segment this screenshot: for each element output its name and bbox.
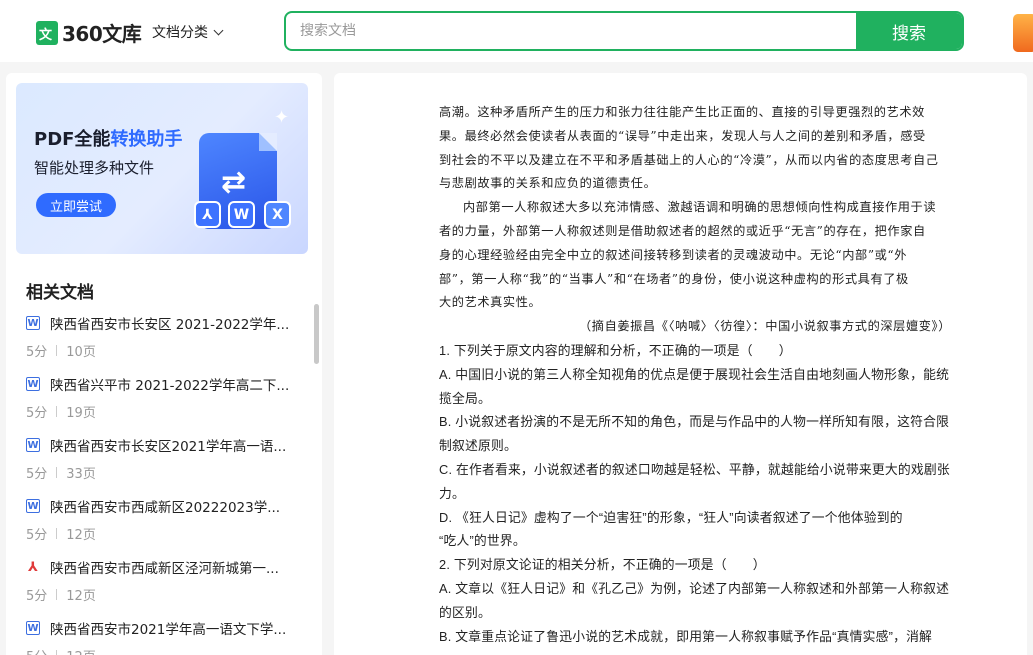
related-docs-title: 相关文档 [26,283,94,303]
word-file-icon: W [26,621,40,635]
related-doc-score: 5分 [26,345,48,360]
meta-divider [56,528,58,539]
document-text-line: 揽全局。 [439,390,491,406]
related-doc-item[interactable]: W 陕西省兴平市 2021-2022学年高二下... 5分 19页 [26,374,292,435]
related-doc-score: 5分 [26,528,48,543]
banner-title-prefix: PDF全能 [34,129,111,150]
pdf-file-icon: ⅄ [28,559,38,575]
document-text-line: 部”，第一人称“我”的“当事人”和“在场者”的身份，使小说这种虚构的形式具有了极 [439,271,909,286]
swap-arrows-icon: ⇄ [221,165,247,200]
word-format-icon: W [228,201,255,228]
document-text-line: 1. 下列关于原文内容的理解和分析，不正确的一项是（ ） [439,342,792,358]
category-dropdown[interactable]: 文档分类 [152,22,224,42]
document-text-line: 的区别。 [439,604,491,620]
related-doc-name[interactable]: 陕西省兴平市 2021-2022学年高二下... [50,374,289,394]
related-doc-name[interactable]: 陕西省西安市西咸新区泾河新城第一... [50,557,279,577]
document-text-line: 身的心理经验经由完全中立的叙述间接转移到读者的灵魂波动中。无论“内部”或“外 [439,247,908,262]
related-doc-score: 5分 [26,589,48,604]
related-doc-item[interactable]: W 陕西省西安市西咸新区20222023学... 5分 12页 [26,496,292,557]
related-doc-pages: 12页 [66,646,96,655]
chevron-down-icon [213,25,224,35]
document-text-line: 制叙述原则。 [439,438,517,454]
meta-divider [56,345,58,356]
word-file-icon: W [26,438,40,452]
category-label: 文档分类 [152,25,208,41]
search-input[interactable] [286,13,856,49]
related-doc-pages: 12页 [66,589,96,604]
meta-divider [56,406,58,417]
related-doc-pages: 19页 [66,406,96,421]
related-doc-name[interactable]: 陕西省西安市长安区2021学年高一语... [50,435,286,455]
word-file-icon: W [26,316,40,330]
banner-title: PDF全能转换助手 [34,125,182,151]
meta-divider [56,467,58,478]
sidebar: PDF全能转换助手 智能处理多种文件 立即尝试 ✦ ⇄ ⅄ W X 相关文档 W… [6,73,322,655]
related-docs-list: W 陕西省西安市长安区 2021-2022学年... 5分 10页 W 陕西省兴平市 20… [26,313,292,655]
document-text-line: “吃人”的世界。 [439,533,526,549]
related-doc-name[interactable]: 陕西省西安市2021学年高一语文下学... [50,618,286,638]
document-text-line: A. 文章以《狂人日记》和《孔乙己》为例，论述了内部第一人称叙述和外部第一人称叙… [439,580,950,596]
related-doc-pages: 33页 [66,467,96,482]
document-text-line: 内部第一人称叙述大多以充沛情感、激越语调和明确的思想倾向性构成直接作用于读 [463,200,937,215]
document-text-line: （摘自姜振昌《〈呐喊〉〈彷徨〉：中国小说叙事方式的深层嬗变》） [579,319,952,334]
document-text-line: 大的艺术真实性。 [439,295,542,310]
page-fold-icon [259,133,277,151]
related-doc-item[interactable]: W 陕西省西安市长安区2021学年高一语... 5分 33页 [26,435,292,496]
try-now-button[interactable]: 立即尝试 [36,193,116,217]
search-bar: 搜索 [284,11,964,51]
logo-text: 360文库 [62,22,142,46]
related-doc-score: 5分 [26,406,48,421]
related-doc-score: 5分 [26,646,47,655]
document-viewer: 高潮。这种矛盾所产生的压力和张力往往能产生比正面的、直接的引导更强烈的艺术效 果。… [334,73,1027,655]
document-page: 高潮。这种矛盾所产生的压力和张力往往能产生比正面的、直接的引导更强烈的艺术效 果。… [439,101,952,648]
search-button[interactable]: 搜索 [856,13,962,49]
gift-icon[interactable] [1013,14,1033,52]
document-text-line: 力。 [439,485,465,501]
word-file-icon: W [26,377,40,391]
logo-icon [36,20,58,45]
related-doc-item[interactable]: W 陕西省西安市长安区 2021-2022学年... 5分 10页 [26,313,292,374]
top-header: 360文库 文档分类 搜索 [0,0,1033,62]
related-doc-name[interactable]: 陕西省西安市西咸新区20222023学... [50,496,280,516]
document-text-line: C. 在作者看来，小说叙述者的叙述口吻越是轻松、平静，就越能给小说带来更大的戏剧… [439,461,950,477]
meta-divider [56,650,58,655]
pdf-converter-banner[interactable]: PDF全能转换助手 智能处理多种文件 立即尝试 ✦ ⇄ ⅄ W X [16,83,308,254]
document-text-line: D. 《狂人日记》虚构了一个“迫害狂”的形象，“狂人”向读者叙述了一个他体验到的 [439,509,903,525]
document-text-line: 到社会的不平以及建立在不平和矛盾基础上的人心的“冷漠”，从而以内省的态度思考自己 [439,152,939,167]
related-doc-pages: 10页 [66,345,96,360]
banner-title-highlight: 转换助手 [110,129,183,150]
sidebar-scrollbar[interactable] [314,304,319,364]
related-doc-name[interactable]: 陕西省西安市长安区 2021-2022学年... [50,313,289,333]
document-text-line: 与悲剧故事的关系和应负的道德责任。 [439,176,657,191]
banner-subtitle: 智能处理多种文件 [34,159,155,177]
related-doc-item[interactable]: W 陕西省西安市2021学年高一语文下学...5分 12页 [26,618,292,655]
pdf-format-icon: ⅄ [194,201,221,228]
document-text-line: A. 中国旧小说的第三人称全知视角的优点是便于展现社会生活自由地刻画人物形象，能… [439,366,950,382]
site-logo[interactable]: 360文库 [36,18,142,47]
excel-format-icon: X [264,201,291,228]
word-file-icon: W [26,499,40,513]
sparkle-icon: ✦ [274,107,290,128]
document-text-line: B. 文章重点论证了鲁迅小说的艺术成就，即用第一人称叙事赋予作品“真情实感”，消… [439,628,933,644]
document-text-line: 者的力量，外部第一人称叙述则是借助叙述者的超然的或近乎“无言”的存在，把作家自 [439,223,926,238]
related-doc-score: 5分 [26,467,48,482]
document-text-line: B. 小说叙述者扮演的不是无所不知的角色，而是与作品中的人物一样所知有限，这符合… [439,414,950,430]
document-text-line: 2. 下列对原文论证的相关分析，不正确的一项是（ ） [439,557,766,573]
document-text-line: 果。最终必然会使读者从表面的“误导”中走出来，发现人与人之间的差别和矛盾，感受 [439,128,926,143]
related-doc-item[interactable]: ⅄ 陕西省西安市西咸新区泾河新城第一... 5分 12页 [26,557,292,618]
meta-divider [56,589,58,600]
document-text-line: 高潮。这种矛盾所产生的压力和张力往往能产生比正面的、直接的引导更强烈的艺术效 [439,105,925,119]
related-doc-pages: 12页 [66,528,96,543]
